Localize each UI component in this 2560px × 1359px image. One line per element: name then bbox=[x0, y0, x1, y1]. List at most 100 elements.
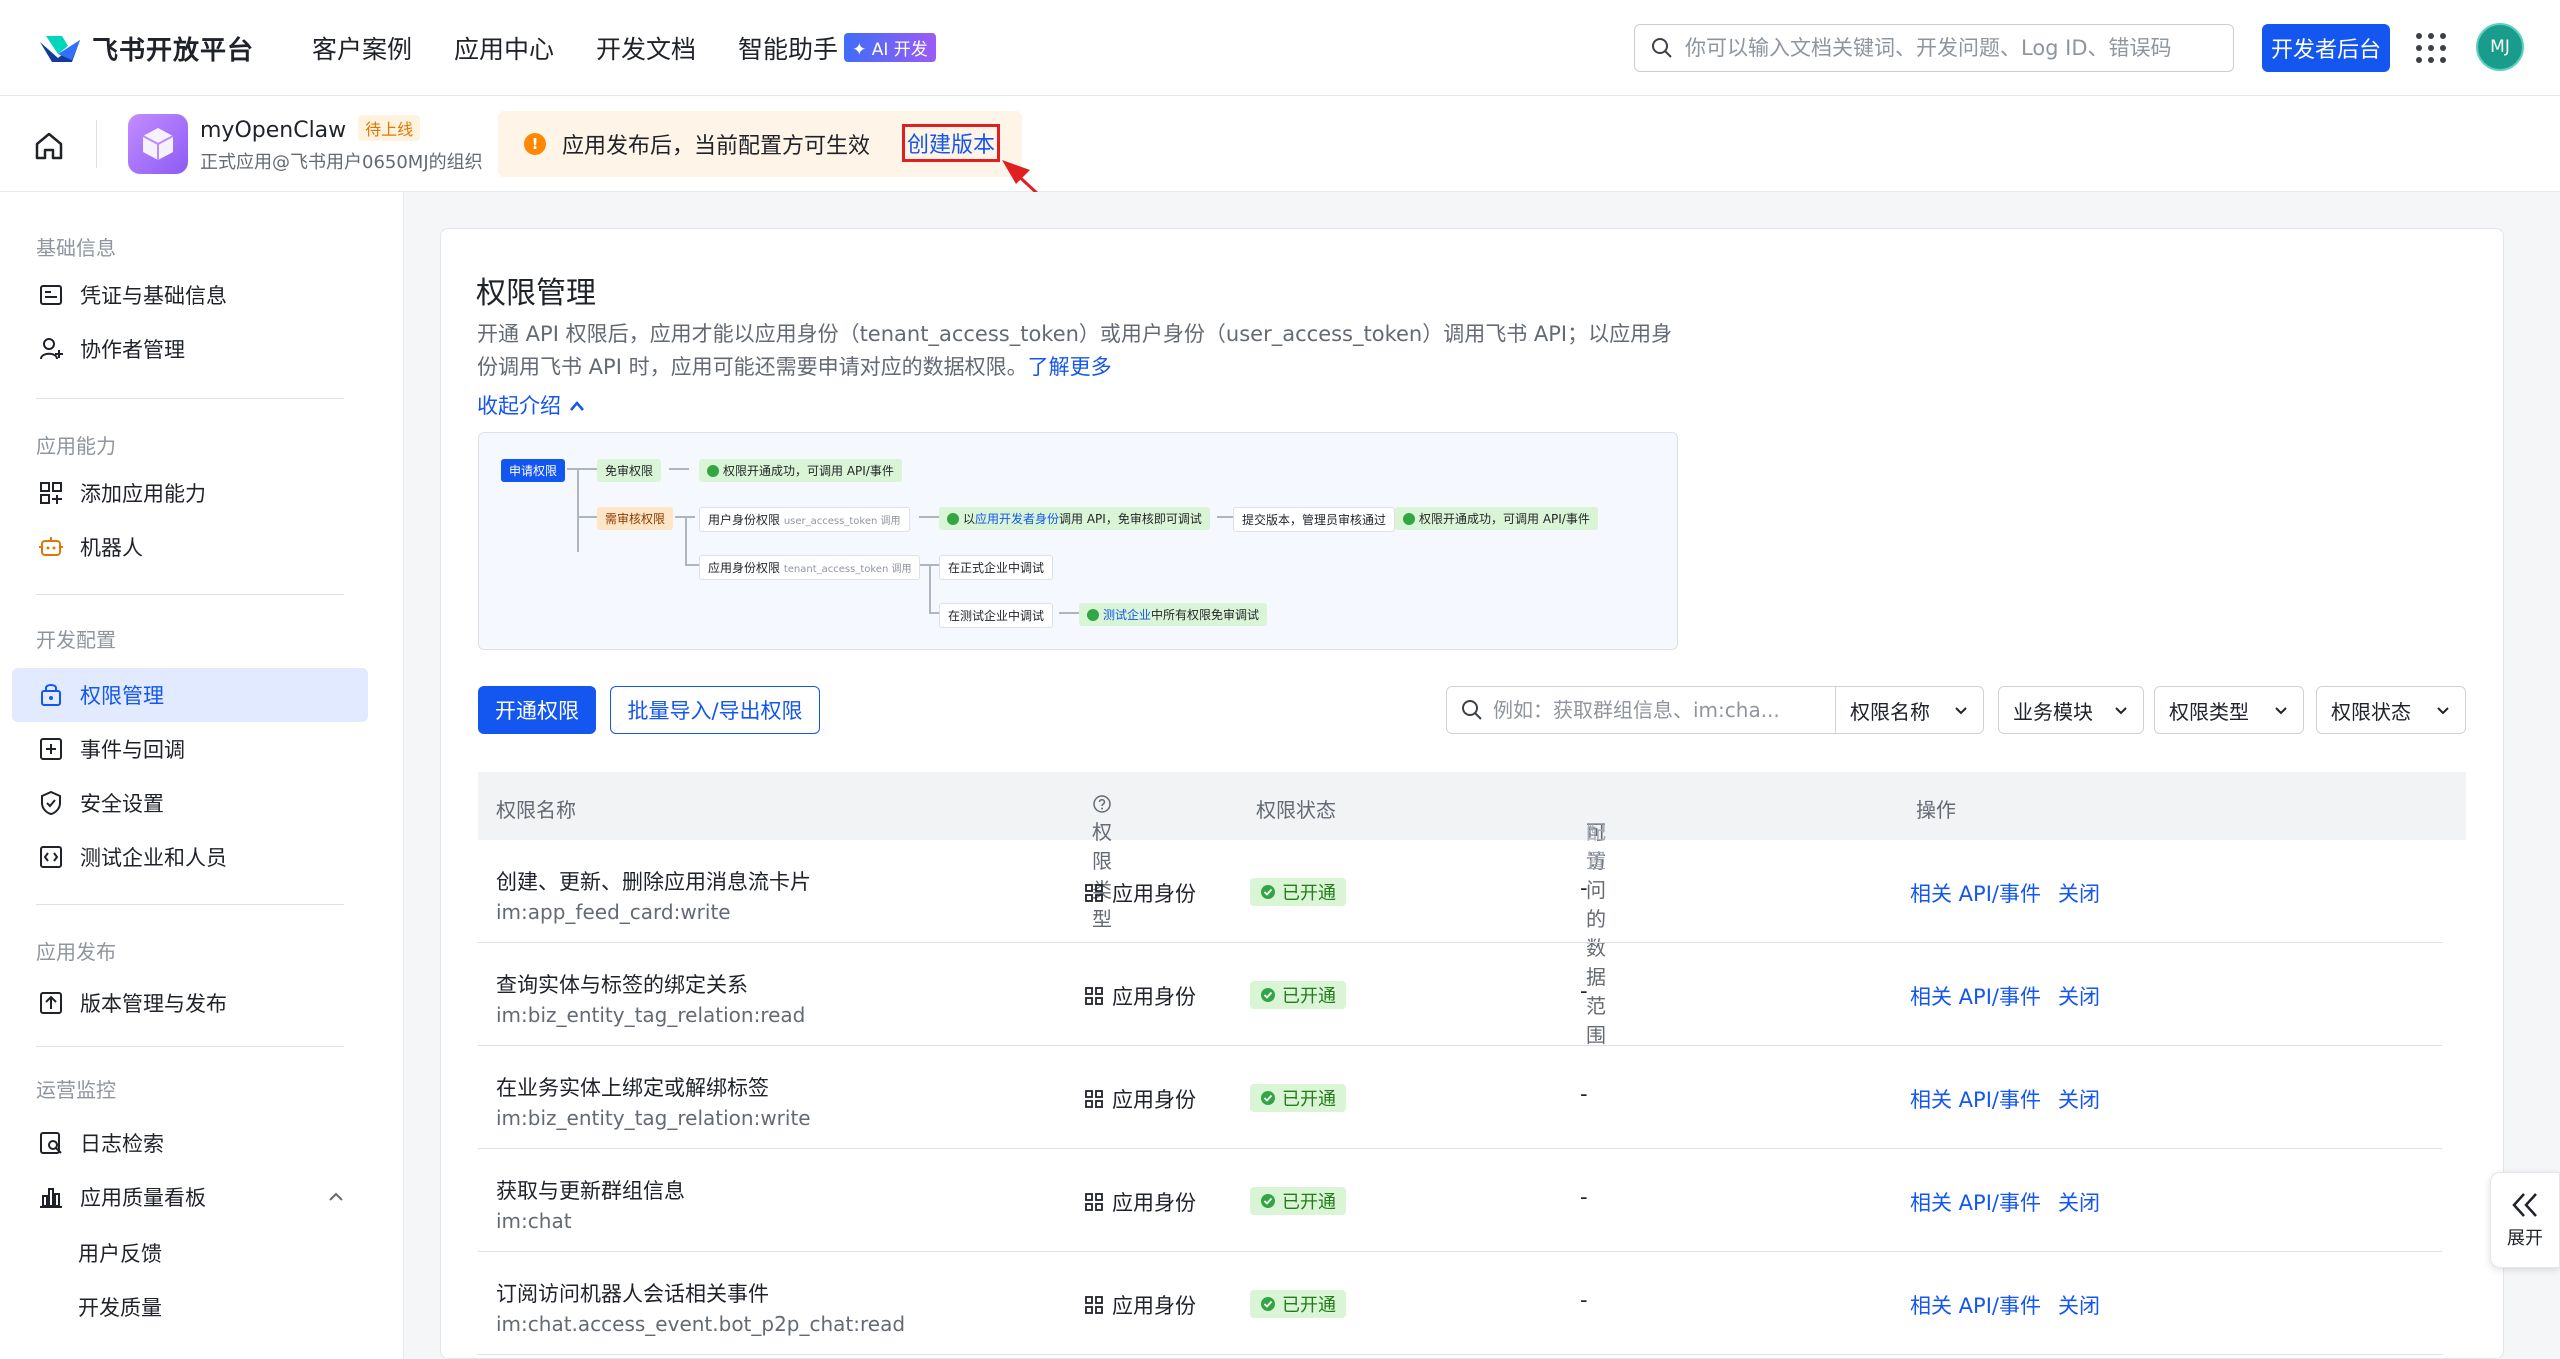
close-permission-link[interactable]: 关闭 bbox=[2058, 1084, 2100, 1114]
data-scope: - bbox=[1580, 1082, 1588, 1106]
status-label: 已开通 bbox=[1282, 1192, 1336, 1213]
divider bbox=[36, 398, 344, 399]
cube-icon bbox=[142, 128, 174, 160]
sidebar-item-quality-board[interactable]: 应用质量看板 bbox=[12, 1170, 368, 1224]
related-api-link[interactable]: 相关 API/事件 bbox=[1910, 878, 2041, 908]
close-permission-link[interactable]: 关闭 bbox=[2058, 1290, 2100, 1320]
check-circle-icon bbox=[1261, 1194, 1275, 1208]
brand-logo[interactable]: 飞书开放平台 bbox=[38, 30, 254, 67]
app-grid-icon bbox=[1085, 884, 1103, 902]
sidebar-item-label: 安全设置 bbox=[80, 792, 164, 816]
collapse-intro-toggle[interactable]: 收起介绍 bbox=[477, 390, 586, 420]
nav-dev-docs[interactable]: 开发文档 bbox=[596, 30, 696, 66]
close-permission-link[interactable]: 关闭 bbox=[2058, 981, 2100, 1011]
sidebar-item-label: 凭证与基础信息 bbox=[80, 284, 227, 308]
create-version-link[interactable]: 创建版本 bbox=[902, 124, 1000, 162]
related-api-link[interactable]: 相关 API/事件 bbox=[1910, 981, 2041, 1011]
permission-type: 应用身份 bbox=[1084, 981, 1196, 1011]
close-permission-link[interactable]: 关闭 bbox=[2058, 1187, 2100, 1217]
user-add-icon bbox=[40, 338, 63, 360]
chevron-down-icon bbox=[2437, 707, 2449, 715]
permission-search-box[interactable] bbox=[1446, 686, 1836, 734]
status-badge: 已开通 bbox=[1250, 981, 1346, 1009]
help-icon[interactable] bbox=[1092, 794, 1112, 814]
diagram-free: 免审权限 bbox=[597, 459, 662, 482]
diagram-submit: 提交版本，管理员审核通过 bbox=[1233, 507, 1396, 532]
related-api-link[interactable]: 相关 API/事件 bbox=[1910, 1084, 2041, 1114]
app-grid-icon bbox=[1085, 1296, 1103, 1314]
diagram-test-ok: 测试企业中所有权限免审调试 bbox=[1079, 603, 1268, 626]
sidebar-item-events[interactable]: 事件与回调 bbox=[12, 722, 368, 776]
diagram-dev-b: 应用开发者身份 bbox=[975, 512, 1060, 526]
nav-app-center[interactable]: 应用中心 bbox=[454, 30, 554, 66]
user-avatar[interactable]: MJ bbox=[2476, 23, 2524, 71]
permission-type: 应用身份 bbox=[1084, 1187, 1196, 1217]
sidebar-item-collaborators[interactable]: 协作者管理 bbox=[12, 322, 368, 376]
diagram-app-sub: tenant_access_token 调用 bbox=[783, 564, 912, 575]
page-description: 开通 API 权限后，应用才能以应用身份（tenant_access_token… bbox=[477, 318, 1677, 384]
sidebar-section-capability: 应用能力 bbox=[36, 434, 116, 458]
home-icon[interactable] bbox=[32, 130, 66, 162]
app-name: myOpenClaw 待上线 bbox=[200, 115, 421, 143]
connector bbox=[577, 468, 579, 552]
filter-type-select[interactable]: 权限类型 bbox=[2154, 686, 2304, 734]
app-status-badge: 待上线 bbox=[358, 115, 421, 141]
doc-search-box[interactable] bbox=[1634, 24, 2234, 72]
status-badge: 已开通 bbox=[1250, 1187, 1346, 1215]
permission-search-input[interactable] bbox=[1493, 698, 1823, 722]
diagram-test-ok-b: 中所有权限免审调试 bbox=[1151, 608, 1260, 622]
permission-type-label: 应用身份 bbox=[1112, 1191, 1196, 1215]
divider bbox=[96, 120, 97, 168]
sidebar-item-label: 机器人 bbox=[80, 536, 143, 560]
table-row: 订阅访问机器人会话相关事件 im:chat.access_event.bot_p2… bbox=[478, 1252, 2442, 1355]
sidebar-item-security[interactable]: 安全设置 bbox=[12, 776, 368, 830]
sidebar-item-permissions[interactable]: 权限管理 bbox=[12, 668, 368, 722]
filter-module-select[interactable]: 业务模块 bbox=[1998, 686, 2144, 734]
permission-type-label: 应用身份 bbox=[1112, 882, 1196, 906]
sidebar-section-basic: 基础信息 bbox=[36, 236, 116, 260]
connector bbox=[1059, 612, 1079, 614]
sidebar-item-label: 日志检索 bbox=[80, 1132, 164, 1156]
close-permission-link[interactable]: 关闭 bbox=[2058, 878, 2100, 908]
nav-customer-cases[interactable]: 客户案例 bbox=[312, 30, 412, 66]
data-scope: - bbox=[1580, 1288, 1588, 1312]
sidebar-item-test-tenant[interactable]: 测试企业和人员 bbox=[12, 830, 368, 884]
bulk-import-export-button[interactable]: 批量导入/导出权限 bbox=[610, 686, 820, 734]
diagram-dev-a: 以 bbox=[963, 512, 976, 526]
search-icon bbox=[1652, 38, 1672, 58]
connector bbox=[919, 516, 939, 518]
check-circle-icon bbox=[1261, 988, 1275, 1002]
sidebar-subitem-dev-quality[interactable]: 开发质量 bbox=[78, 1292, 162, 1322]
sidebar-subitem-feedback[interactable]: 用户反馈 bbox=[78, 1238, 162, 1268]
filter-field-label: 权限名称 bbox=[1850, 699, 1930, 724]
nav-assistant[interactable]: 智能助手 ✦ AI 开发 bbox=[738, 30, 936, 66]
permission-code: im:biz_entity_tag_relation:write bbox=[496, 1106, 811, 1130]
app-grid-icon bbox=[1085, 1193, 1103, 1211]
related-api-link[interactable]: 相关 API/事件 bbox=[1910, 1290, 2041, 1320]
dev-console-button[interactable]: 开发者后台 bbox=[2262, 24, 2390, 72]
sidebar-item-bot[interactable]: 机器人 bbox=[12, 520, 368, 574]
expand-panel-button[interactable]: 展开 bbox=[2490, 1172, 2560, 1268]
sidebar-item-add-capability[interactable]: 添加应用能力 bbox=[12, 466, 368, 520]
diagram-user: 用户身份权限 user_access_token 调用 bbox=[699, 507, 910, 532]
sidebar-item-label: 协作者管理 bbox=[80, 338, 185, 362]
sidebar-item-versions[interactable]: 版本管理与发布 bbox=[12, 976, 368, 1030]
main-nav: 客户案例 应用中心 开发文档 智能助手 ✦ AI 开发 bbox=[312, 30, 936, 66]
chevron-right-icon: › bbox=[1586, 816, 1594, 840]
diagram-test: 在测试企业中调试 bbox=[939, 603, 1054, 628]
sidebar-item-label: 应用质量看板 bbox=[80, 1186, 206, 1210]
doc-search-input[interactable] bbox=[1685, 36, 2205, 60]
data-scope: - bbox=[1580, 876, 1588, 900]
apps-grid-icon[interactable] bbox=[2416, 33, 2446, 63]
filter-field-select[interactable]: 权限名称 bbox=[1836, 686, 1984, 734]
connector bbox=[685, 564, 699, 566]
open-permission-button[interactable]: 开通权限 bbox=[478, 686, 596, 734]
filter-module-label: 业务模块 bbox=[2013, 699, 2093, 724]
status-badge: 已开通 bbox=[1250, 878, 1346, 906]
sidebar-item-log-search[interactable]: 日志检索 bbox=[12, 1116, 368, 1170]
chevron-up-icon[interactable] bbox=[326, 1187, 346, 1207]
filter-status-select[interactable]: 权限状态 bbox=[2316, 686, 2466, 734]
related-api-link[interactable]: 相关 API/事件 bbox=[1910, 1187, 2041, 1217]
learn-more-link[interactable]: 了解更多 bbox=[1028, 355, 1112, 379]
sidebar-item-credentials[interactable]: 凭证与基础信息 bbox=[12, 268, 368, 322]
